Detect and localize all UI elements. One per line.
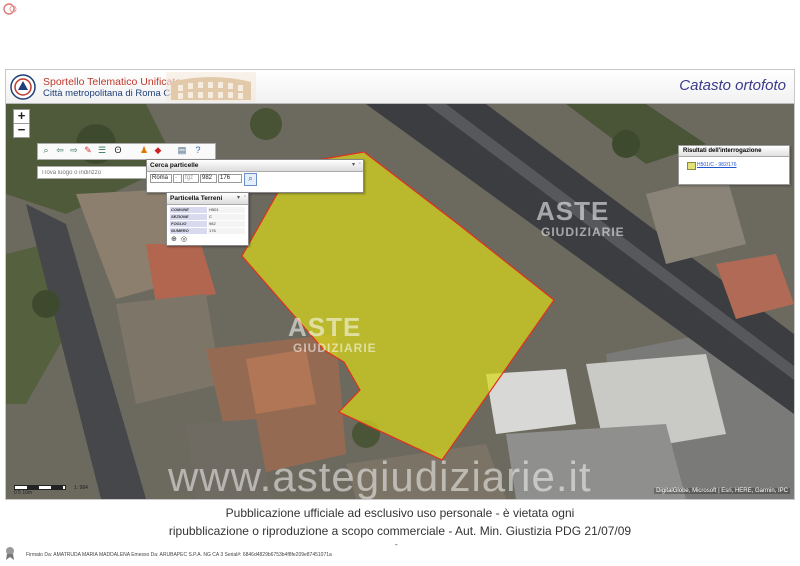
- orthophoto-image: [6, 104, 794, 499]
- scale-ratio: 1: 984: [74, 485, 88, 491]
- page-corner-logo-icon: [3, 3, 17, 15]
- catasto-window: Sportello Telematico Unificato Città met…: [5, 69, 795, 500]
- scale-bar: 0 5 10m 1: 984: [14, 485, 114, 496]
- parcel-icon: [687, 162, 696, 170]
- person-icon[interactable]: ♟: [139, 145, 149, 156]
- zoom-icon[interactable]: ⌕: [41, 145, 51, 156]
- row-key: COMUNE: [170, 207, 207, 213]
- map-toolbar: ⌕ ⇦ ⇨ ✎ ☰ ʘ ♟ ◆ ▤ ?: [37, 143, 216, 160]
- watermark-url: www.astegiudiziarie.it: [168, 453, 592, 499]
- cerca-particelle-panel: Cerca particelle ▾ ◦ Roma - fgz 982 176 …: [146, 159, 364, 193]
- particella-field[interactable]: 176: [218, 174, 242, 183]
- table-row: SEZIONE C: [170, 214, 245, 220]
- page-title: Catasto ortofoto: [679, 77, 786, 94]
- row-key: SEZIONE: [170, 214, 207, 220]
- help-icon[interactable]: ?: [193, 145, 203, 156]
- search-icon[interactable]: ⌕: [244, 173, 257, 186]
- settings-icon[interactable]: ◦: [244, 194, 246, 200]
- colosseum-banner-icon: [166, 72, 256, 102]
- particella-terreni-panel: Particella Terreni ▾ ◦ COMUNE H501 SEZIO…: [166, 192, 249, 246]
- city-emblem-icon: [10, 74, 36, 100]
- print-icon[interactable]: ▤: [177, 145, 187, 156]
- panel-title: Cerca particelle: [147, 160, 363, 172]
- row-value: 982: [208, 221, 245, 227]
- signature-footer: Firmato Da: AMATRUDA MARIA MADDALENA Eme…: [26, 552, 332, 558]
- foglio-field[interactable]: 982: [200, 174, 217, 183]
- caption-dash: -: [395, 540, 398, 549]
- sezione-field[interactable]: -: [173, 174, 182, 183]
- caption-line: ripubblicazione o riproduzione a scopo c…: [168, 524, 632, 538]
- aerial-map[interactable]: ASTE GIUDIZIARIE ASTE GIUDIZIARIE www.as…: [6, 104, 794, 499]
- row-key: FOGLIO: [170, 221, 207, 227]
- binoculars-icon[interactable]: ʘ: [113, 145, 123, 156]
- chevron-down-icon[interactable]: ▾: [237, 194, 240, 201]
- table-row: NUMERO 176: [170, 228, 245, 234]
- table-row: FOGLIO 982: [170, 221, 245, 227]
- legend-icon[interactable]: ☰: [97, 145, 107, 156]
- watermark-giudiziarie: GIUDIZIARIE: [293, 341, 377, 355]
- place-search-input[interactable]: [37, 166, 147, 179]
- locate-icon[interactable]: ◎: [181, 235, 187, 243]
- zoom-out-button[interactable]: −: [13, 123, 30, 138]
- table-row: COMUNE H501: [170, 207, 245, 213]
- layers-icon[interactable]: ◆: [153, 145, 163, 156]
- zoom-to-icon[interactable]: ⊕: [171, 235, 177, 243]
- app-header: Sportello Telematico Unificato Città met…: [6, 70, 794, 104]
- watermark-aste: ASTE: [288, 312, 362, 342]
- forward-icon[interactable]: ⇨: [69, 145, 79, 156]
- result-link[interactable]: H501/C - 982/176: [697, 162, 736, 168]
- comune-select[interactable]: Roma: [150, 174, 172, 183]
- row-key: NUMERO: [170, 228, 207, 234]
- seal-icon: [6, 547, 14, 560]
- watermark-aste: ASTE: [536, 196, 610, 226]
- back-icon[interactable]: ⇦: [55, 145, 65, 156]
- row-value: H501: [208, 207, 245, 213]
- pencil-icon[interactable]: ✎: [83, 145, 93, 156]
- results-panel: Risultati dell'interrogazione H501/C - 9…: [678, 145, 790, 185]
- foglio-placeholder: fgz: [183, 174, 199, 183]
- caption-line: Pubblicazione ufficiale ad esclusivo uso…: [225, 506, 575, 520]
- panel-title: Particella Terreni: [167, 193, 248, 205]
- scale-label: 0 5 10m: [14, 490, 33, 496]
- chevron-down-icon[interactable]: ▾: [352, 161, 355, 168]
- row-value: 176: [208, 228, 245, 234]
- watermark-giudiziarie: GIUDIZIARIE: [541, 225, 625, 239]
- panel-title: Risultati dell'interrogazione: [679, 146, 789, 157]
- map-attribution: DigitalGlobe, Microsoft | Esri, HERE, Ga…: [654, 488, 790, 494]
- header-service-name: Sportello Telematico Unificato: [43, 76, 182, 88]
- row-value: C: [208, 214, 245, 220]
- settings-icon[interactable]: ◦: [359, 161, 361, 167]
